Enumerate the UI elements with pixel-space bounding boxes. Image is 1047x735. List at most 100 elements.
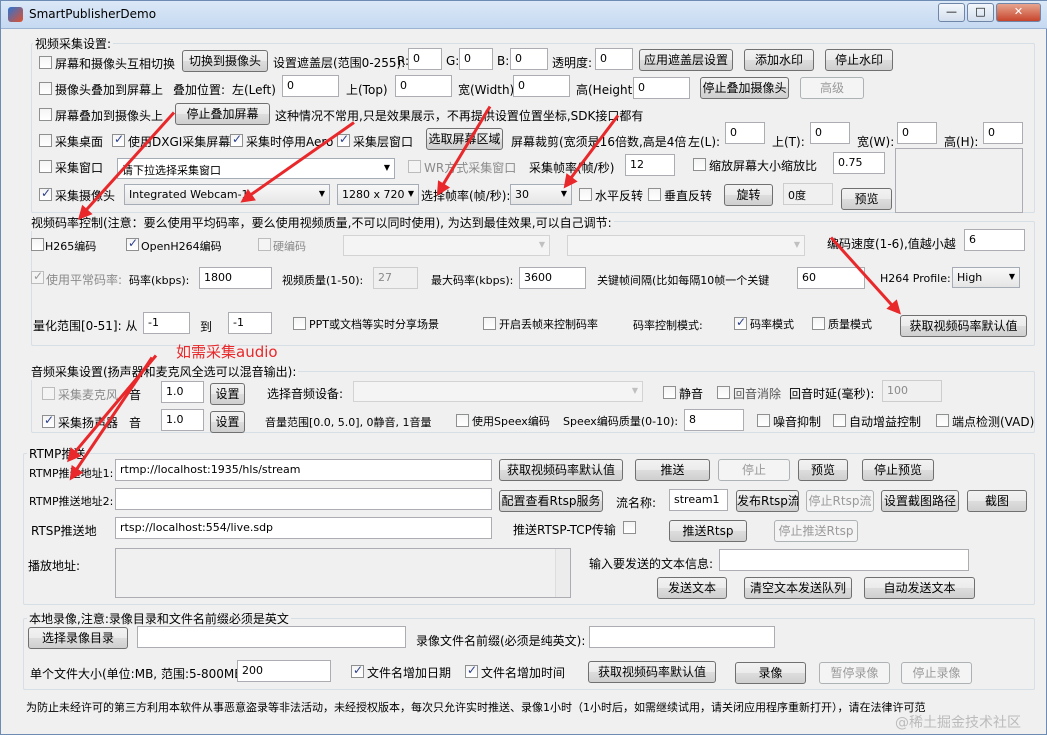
push-button[interactable]: 推送 [635, 459, 710, 481]
stream-name-input[interactable]: stream1 [669, 489, 728, 511]
drop-frame-checkbox[interactable] [483, 317, 496, 330]
hflip-checkbox[interactable] [579, 188, 592, 201]
echo-cancel-checkbox[interactable] [717, 386, 730, 399]
h265-checkbox[interactable] [31, 238, 44, 251]
rtsp-url-input[interactable]: rtsp://localhost:554/live.sdp [115, 517, 492, 539]
record-dir-input[interactable] [137, 626, 406, 648]
rtmp-url1-input[interactable]: rtmp://localhost:1935/hls/stream [115, 459, 492, 481]
text-msg-input[interactable] [719, 549, 969, 571]
resolution-select[interactable]: 1280 x 720 [337, 184, 419, 205]
set-snapshot-path-button[interactable]: 设置截图路径 [881, 490, 959, 512]
audio-device-select[interactable] [353, 381, 643, 402]
bitrate-input[interactable]: 1800 [199, 267, 272, 289]
overlay-left-input[interactable]: 0 [282, 75, 339, 97]
encode-get-default-button[interactable]: 获取视频码率默认值 [900, 315, 1027, 337]
camera-select[interactable]: Integrated Webcam-1 [124, 184, 330, 205]
play-url-scrollbar[interactable] [555, 549, 570, 597]
screen-cam-switch-checkbox[interactable] [39, 56, 52, 69]
speex-checkbox[interactable] [456, 414, 469, 427]
bitrate-mode-checkbox[interactable] [734, 315, 747, 330]
stop-rtsp-button[interactable]: 停止Rtsp流 [806, 490, 874, 512]
rotate-button[interactable]: 旋转 [724, 184, 773, 206]
advanced-button[interactable]: 高级 [800, 77, 864, 99]
stop-preview-button[interactable]: 停止预览 [862, 459, 934, 481]
record-get-default-button[interactable]: 获取视频码率默认值 [588, 661, 716, 683]
hw-encode-checkbox[interactable] [258, 238, 271, 251]
send-text-button[interactable]: 发送文本 [657, 577, 727, 599]
overlay-height-input[interactable]: 0 [633, 77, 690, 99]
stop-watermark-button[interactable]: 停止水印 [825, 49, 893, 71]
crop-h-input[interactable]: 0 [983, 122, 1023, 144]
rtsp-config-button[interactable]: 配置查看Rtsp服务 [499, 490, 603, 512]
overlay-width-input[interactable]: 0 [513, 75, 570, 97]
speaker-checkbox[interactable] [42, 413, 55, 428]
rtsp-tcp-checkbox[interactable] [623, 521, 636, 534]
capture-camera-checkbox[interactable] [39, 186, 52, 201]
screen-overlay-cam-checkbox[interactable] [39, 108, 52, 121]
crop-w-input[interactable]: 0 [897, 122, 937, 144]
pause-record-button[interactable]: 暂停录像 [819, 662, 890, 684]
noise-checkbox[interactable] [757, 414, 770, 427]
mic-vol-input[interactable]: 1.0 [161, 381, 204, 403]
speaker-vol-input[interactable]: 1.0 [161, 409, 204, 431]
qp-to-input[interactable]: -1 [228, 312, 272, 334]
ppt-checkbox[interactable] [293, 317, 306, 330]
window-select[interactable]: 请下拉选择采集窗口 [117, 158, 395, 179]
speed-input[interactable]: 6 [964, 229, 1025, 251]
apply-mask-button[interactable]: 应用遮盖层设置 [639, 49, 733, 71]
capture-desktop-checkbox[interactable] [39, 134, 52, 147]
minimize-button[interactable]: — [938, 3, 965, 22]
max-bitrate-input[interactable]: 3600 [519, 267, 586, 289]
mask-b-input[interactable]: 0 [510, 48, 548, 70]
stop-record-button[interactable]: 停止录像 [901, 662, 972, 684]
rtmp-url2-input[interactable] [115, 488, 492, 510]
profile-select[interactable]: High [952, 267, 1020, 288]
add-date-checkbox[interactable] [351, 663, 364, 678]
openh264-checkbox[interactable] [126, 236, 139, 251]
rtmp-get-default-button[interactable]: 获取视频码率默认值 [499, 459, 623, 481]
use-dxgi-checkbox[interactable] [112, 132, 125, 147]
hw-device-select[interactable] [567, 235, 805, 256]
overlay-top-input[interactable]: 0 [395, 75, 452, 97]
vflip-checkbox[interactable] [648, 188, 661, 201]
stop-overlay-cam-button[interactable]: 停止叠加摄像头 [700, 77, 789, 99]
mask-r-input[interactable]: 0 [408, 48, 442, 70]
file-size-input[interactable]: 200 [237, 660, 331, 682]
scale-input[interactable]: 0.75 [833, 152, 885, 174]
mic-set-button[interactable]: 设置 [210, 383, 245, 405]
stop-push-rtsp-button[interactable]: 停止推送Rtsp [774, 520, 858, 542]
mic-checkbox[interactable] [42, 387, 55, 400]
publish-rtsp-button[interactable]: 发布Rtsp流 [736, 490, 799, 512]
crop-top-input[interactable]: 0 [810, 122, 850, 144]
auto-send-button[interactable]: 自动发送文本 [864, 577, 975, 599]
stop-push-button[interactable]: 停止 [718, 459, 790, 481]
stop-overlay-screen-button[interactable]: 停止叠加屏幕 [175, 103, 270, 125]
scale-checkbox[interactable] [693, 158, 706, 171]
cam-overlay-screen-checkbox[interactable] [39, 82, 52, 95]
hw-encoder-select[interactable] [343, 235, 550, 256]
wr-capture-checkbox[interactable] [408, 160, 421, 173]
mute-checkbox[interactable] [663, 386, 676, 399]
speaker-set-button[interactable]: 设置 [210, 411, 245, 433]
clear-queue-button[interactable]: 清空文本发送队列 [744, 577, 852, 599]
maximize-button[interactable]: □ [967, 3, 994, 22]
rtmp-preview-button[interactable]: 预览 [798, 459, 848, 481]
close-button[interactable]: ✕ [996, 3, 1041, 22]
add-time-checkbox[interactable] [465, 663, 478, 678]
quality-input[interactable]: 27 [373, 267, 418, 289]
prefix-input[interactable] [589, 626, 775, 648]
speex-quality-input[interactable]: 8 [684, 409, 744, 431]
avg-bitrate-checkbox[interactable] [31, 269, 44, 284]
switch-to-camera-button[interactable]: 切换到摄像头 [182, 50, 268, 72]
add-watermark-button[interactable]: 添加水印 [744, 49, 814, 71]
vad-checkbox[interactable] [936, 414, 949, 427]
qp-from-input[interactable]: -1 [143, 312, 190, 334]
fps-input[interactable]: 12 [625, 154, 675, 176]
crop-left-input[interactable]: 0 [725, 122, 765, 144]
mask-g-input[interactable]: 0 [459, 48, 493, 70]
transparency-input[interactable]: 0 [595, 48, 633, 70]
snapshot-button[interactable]: 截图 [967, 490, 1027, 512]
preview-button[interactable]: 预览 [841, 188, 892, 210]
capture-layer-checkbox[interactable] [337, 132, 350, 147]
gop-input[interactable]: 60 [797, 267, 865, 289]
